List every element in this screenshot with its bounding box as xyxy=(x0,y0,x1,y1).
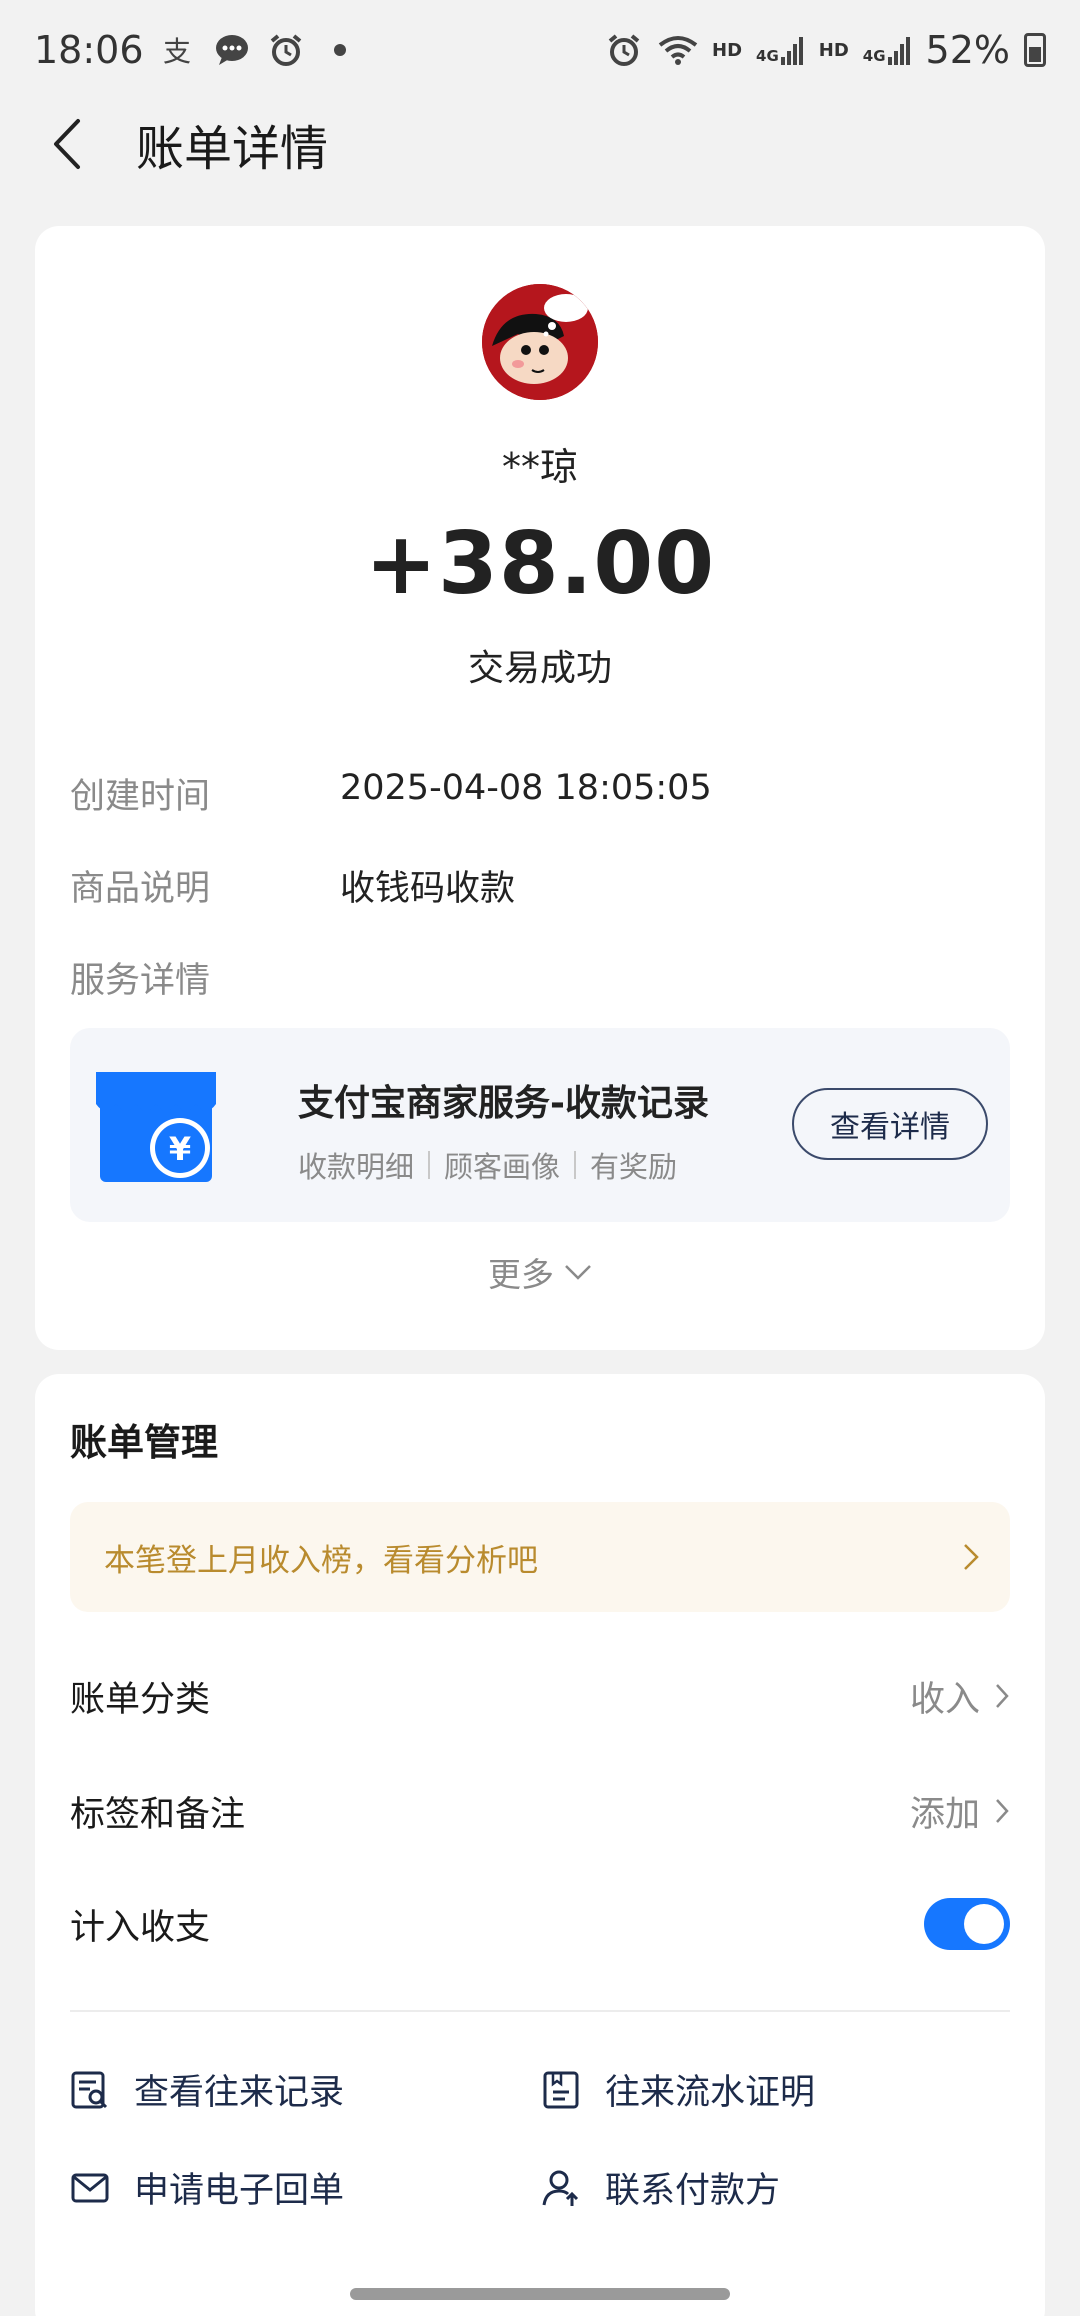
info-value: 2025-04-08 18:05:05 xyxy=(340,768,712,808)
chevron-right-icon xyxy=(996,1684,1009,1708)
hd-label-1: HD xyxy=(712,39,743,61)
back-button[interactable] xyxy=(32,109,102,179)
row-right: 收入 xyxy=(910,1671,1010,1722)
flow-statement-action[interactable]: 往来流水证明 xyxy=(541,2064,815,2115)
info-value: 收钱码收款 xyxy=(340,869,516,909)
bill-detail-page: 18:06 支 HD 4G HD 4G 52% 账单详情 **琼 +38.00 … xyxy=(0,0,1080,2316)
more-label: 更多 xyxy=(488,1255,554,1294)
action-label: 查看往来记录 xyxy=(134,2073,345,2113)
avatar-cartoon-icon xyxy=(482,284,598,400)
transaction-status: 交易成功 xyxy=(467,648,612,689)
status-right: HD 4G HD 4G 52% xyxy=(604,28,1046,72)
signal-bars-icon xyxy=(887,37,910,65)
info-label: 服务详情 xyxy=(70,961,211,1001)
signal-4g-1: 4G xyxy=(756,35,805,65)
merchant-shop-icon: ¥ xyxy=(92,1062,220,1190)
service-tag: 顾客画像 xyxy=(444,1150,561,1184)
signal-bars-icon xyxy=(780,37,803,65)
statement-icon xyxy=(543,2071,579,2108)
svg-text:¥: ¥ xyxy=(169,1130,191,1168)
action-label: 申请电子回单 xyxy=(134,2171,345,2211)
alarm-notification-icon xyxy=(266,30,306,70)
row-label: 计入收支 xyxy=(70,1907,211,1948)
transaction-card: **琼 +38.00 交易成功 创建时间 2025-04-08 18:05:05… xyxy=(35,226,1045,1350)
e-receipt-action[interactable]: 申请电子回单 xyxy=(70,2162,344,2213)
status-bar: 18:06 支 HD 4G HD 4G 52% xyxy=(0,0,1080,100)
more-button[interactable]: 更多 xyxy=(35,1248,1045,1296)
service-title: 支付宝商家服务-收款记录 xyxy=(298,1083,709,1124)
page-title: 账单详情 xyxy=(136,121,329,177)
header: 账单详情 xyxy=(0,100,1080,188)
info-label: 商品说明 xyxy=(70,869,211,909)
tag-divider xyxy=(574,1151,577,1179)
payer-avatar[interactable] xyxy=(482,284,598,400)
action-label: 联系付款方 xyxy=(605,2171,781,2211)
status-time: 18:06 xyxy=(34,28,144,72)
income-ranking-banner[interactable]: 本笔登上月收入榜，看看分析吧 xyxy=(70,1502,1010,1612)
row-value: 收入 xyxy=(909,1679,980,1720)
row-label: 账单分类 xyxy=(70,1679,211,1720)
bill-management-card: 账单管理 本笔登上月收入榜，看看分析吧 账单分类 收入 标签和备注 添加 计入收… xyxy=(35,1374,1045,2316)
tags-notes-row[interactable]: 标签和备注 添加 xyxy=(70,1771,1010,1851)
info-row-description: 商品说明 收钱码收款 xyxy=(70,860,515,911)
message-notification-icon xyxy=(212,30,252,70)
include-in-budget-row: 计入收支 xyxy=(70,1884,1010,1964)
payer-name: **琼 xyxy=(501,445,578,489)
tag-divider xyxy=(428,1151,431,1179)
battery-icon xyxy=(1024,33,1046,67)
section-title: 账单管理 xyxy=(70,1421,218,1464)
service-card[interactable]: ¥ 支付宝商家服务-收款记录 收款明细 顾客画像 有奖励 查看详情 xyxy=(70,1028,1010,1222)
alipay-notification-icon: 支 xyxy=(158,30,198,70)
chevron-down-icon xyxy=(565,1265,591,1280)
view-details-button[interactable]: 查看详情 xyxy=(792,1088,988,1160)
info-label: 创建时间 xyxy=(70,777,211,817)
contact-payer-action[interactable]: 联系付款方 xyxy=(541,2162,780,2213)
home-indicator[interactable] xyxy=(350,2288,730,2300)
service-tag: 有奖励 xyxy=(590,1150,678,1184)
row-right: 添加 xyxy=(910,1786,1010,1837)
promo-text: 本笔登上月收入榜，看看分析吧 xyxy=(104,1542,538,1579)
row-label: 标签和备注 xyxy=(70,1794,246,1835)
more-notifications-dot-icon xyxy=(333,44,346,56)
mail-icon xyxy=(71,2173,109,2202)
service-tag: 收款明细 xyxy=(298,1150,415,1184)
row-value: 添加 xyxy=(909,1794,980,1835)
chevron-right-icon xyxy=(996,1799,1009,1823)
battery-percent: 52% xyxy=(925,28,1010,72)
wifi-icon xyxy=(658,30,698,70)
bill-category-row[interactable]: 账单分类 收入 xyxy=(70,1656,1010,1736)
include-in-budget-toggle[interactable] xyxy=(924,1898,1010,1950)
contact-icon xyxy=(542,2170,579,2206)
chevron-left-icon xyxy=(54,119,80,169)
view-records-action[interactable]: 查看往来记录 xyxy=(70,2064,344,2115)
chevron-right-icon xyxy=(964,1544,979,1570)
transaction-amount: +38.00 xyxy=(364,514,716,614)
hd-label-2: HD xyxy=(818,39,849,61)
info-row-service: 服务详情 xyxy=(70,952,340,1003)
signal-4g-2: 4G xyxy=(863,35,912,65)
svg-text:支: 支 xyxy=(163,35,191,67)
service-tags: 收款明细 顾客画像 有奖励 xyxy=(298,1144,677,1186)
status-left: 18:06 支 xyxy=(34,28,346,72)
alarm-status-icon xyxy=(604,30,644,70)
records-icon xyxy=(71,2071,108,2108)
divider xyxy=(70,2010,1010,2012)
action-label: 往来流水证明 xyxy=(605,2073,816,2113)
info-row-created-time: 创建时间 2025-04-08 18:05:05 xyxy=(70,768,712,819)
